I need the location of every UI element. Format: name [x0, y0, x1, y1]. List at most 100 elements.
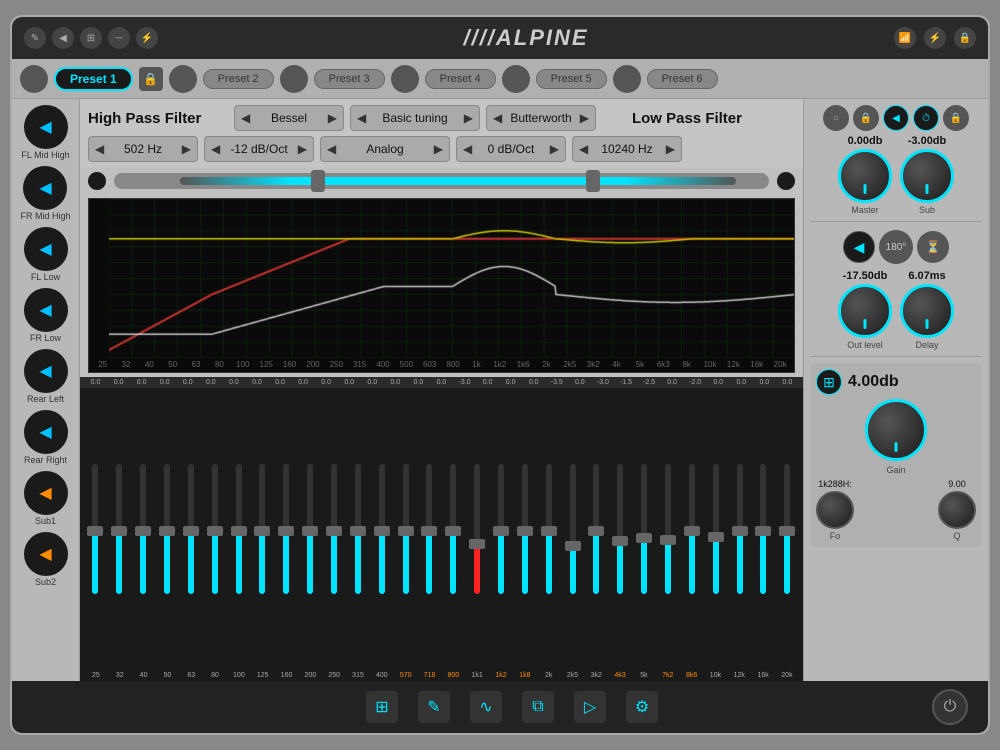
analog-next[interactable]: ▶	[428, 137, 449, 161]
fader-handle-15[interactable]	[445, 526, 461, 536]
fader-col-14[interactable]	[418, 464, 441, 594]
mini-btn-1[interactable]: ○	[823, 105, 849, 131]
lpf-type-selector[interactable]: ◀ Butterworth ▶	[486, 105, 596, 131]
copy-icon[interactable]: ⧉	[522, 691, 554, 723]
eq-adjust-icon[interactable]: ⊞	[366, 691, 398, 723]
preset-2-round[interactable]	[169, 65, 197, 93]
usb-icon[interactable]: ⚡	[924, 27, 946, 49]
hpf-type-prev[interactable]: ◀	[235, 106, 256, 130]
lpf-slope-prev[interactable]: ◀	[457, 137, 478, 161]
fader-handle-14[interactable]	[421, 526, 437, 536]
hpf-freq-prev[interactable]: ◀	[89, 137, 110, 161]
master-knob[interactable]	[838, 149, 892, 203]
preset-6-btn[interactable]: Preset 6	[647, 69, 718, 89]
hpf-freq-next[interactable]: ▶	[176, 137, 197, 161]
hpf-slope-next[interactable]: ▶	[292, 137, 313, 161]
fader-handle-8[interactable]	[278, 526, 294, 536]
dash-icon[interactable]: ─	[108, 27, 130, 49]
fader-col-22[interactable]	[609, 464, 632, 594]
fader-handle-13[interactable]	[398, 526, 414, 536]
back-icon[interactable]: ◀	[52, 27, 74, 49]
wifi-icon[interactable]: 📶	[894, 27, 916, 49]
fader-handle-27[interactable]	[732, 526, 748, 536]
fader-col-4[interactable]	[179, 464, 202, 594]
fader-col-16[interactable]	[466, 464, 489, 594]
fader-col-24[interactable]	[657, 464, 680, 594]
fader-handle-23[interactable]	[636, 533, 652, 543]
fader-handle-2[interactable]	[135, 526, 151, 536]
fader-col-13[interactable]	[394, 464, 417, 594]
fader-handle-21[interactable]	[588, 526, 604, 536]
hpf-slope-selector[interactable]: ◀ -12 dB/Oct ▶	[204, 136, 314, 162]
lock-icon[interactable]: 🔒	[954, 27, 976, 49]
fl-low-btn[interactable]: ◀	[24, 227, 68, 271]
play-icon[interactable]: ▷	[574, 691, 606, 723]
fader-handle-25[interactable]	[684, 526, 700, 536]
hpf-freq-selector[interactable]: ◀ 502 Hz ▶	[88, 136, 198, 162]
preset-3-btn[interactable]: Preset 3	[314, 69, 385, 89]
fader-handle-6[interactable]	[231, 526, 247, 536]
fader-handle-18[interactable]	[517, 526, 533, 536]
fader-handle-10[interactable]	[326, 526, 342, 536]
fader-handle-17[interactable]	[493, 526, 509, 536]
lpf-slope-selector[interactable]: ◀ 0 dB/Oct ▶	[456, 136, 566, 162]
fader-col-12[interactable]	[370, 464, 393, 594]
fader-col-25[interactable]	[680, 464, 703, 594]
fader-handle-24[interactable]	[660, 535, 676, 545]
fader-handle-5[interactable]	[207, 526, 223, 536]
fader-col-21[interactable]	[585, 464, 608, 594]
fader-handle-1[interactable]	[111, 526, 127, 536]
sub-knob[interactable]	[900, 149, 954, 203]
preset-1-btn[interactable]: Preset 1	[54, 67, 133, 91]
fader-col-27[interactable]	[728, 464, 751, 594]
main-slider[interactable]	[114, 173, 769, 189]
fader-handle-3[interactable]	[159, 526, 175, 536]
basic-tuning-selector[interactable]: ◀ Basic tuning ▶	[350, 105, 480, 131]
fader-handle-26[interactable]	[708, 532, 724, 542]
sub1-btn[interactable]: ◀	[24, 471, 68, 515]
mini-btn-5[interactable]: 🔒	[943, 105, 969, 131]
fr-mid-high-btn[interactable]: ◀	[23, 166, 67, 210]
fader-col-8[interactable]	[275, 464, 298, 594]
fader-col-23[interactable]	[633, 464, 656, 594]
lpf-type-prev[interactable]: ◀	[487, 106, 508, 130]
fader-handle-28[interactable]	[755, 526, 771, 536]
fader-handle-12[interactable]	[374, 526, 390, 536]
preset-4-round[interactable]	[391, 65, 419, 93]
fader-col-9[interactable]	[299, 464, 322, 594]
fader-col-17[interactable]	[490, 464, 513, 594]
fl-mid-high-btn[interactable]: ◀	[24, 105, 68, 149]
fader-col-15[interactable]	[442, 464, 465, 594]
rear-right-btn[interactable]: ◀	[24, 410, 68, 454]
fader-handle-22[interactable]	[612, 536, 628, 546]
wave-icon[interactable]: ∿	[470, 691, 502, 723]
fader-col-6[interactable]	[227, 464, 250, 594]
edit-icon[interactable]: ✎	[24, 27, 46, 49]
preset-2-btn[interactable]: Preset 2	[203, 69, 274, 89]
fader-col-3[interactable]	[156, 464, 179, 594]
fader-col-0[interactable]	[84, 464, 107, 594]
lpf-type-next[interactable]: ▶	[574, 106, 595, 130]
fader-handle-11[interactable]	[350, 526, 366, 536]
fader-col-26[interactable]	[704, 464, 727, 594]
fader-handle-16[interactable]	[469, 539, 485, 549]
fader-handle-0[interactable]	[87, 526, 103, 536]
rear-left-btn[interactable]: ◀	[24, 349, 68, 393]
slider-thumb-right[interactable]	[586, 170, 600, 192]
hpf-type-selector[interactable]: ◀ Bessel ▶	[234, 105, 344, 131]
hpf-slope-prev[interactable]: ◀	[205, 137, 226, 161]
lpf-freq-selector[interactable]: ◀ 10240 Hz ▶	[572, 136, 682, 162]
fader-col-5[interactable]	[203, 464, 226, 594]
pencil-icon[interactable]: ✎	[418, 691, 450, 723]
grid-icon[interactable]: ⊞	[80, 27, 102, 49]
lpf-freq-next[interactable]: ▶	[660, 137, 681, 161]
fader-handle-7[interactable]	[254, 526, 270, 536]
preset-6-round[interactable]	[613, 65, 641, 93]
slider-thumb-left[interactable]	[311, 170, 325, 192]
delay-knob[interactable]	[900, 284, 954, 338]
q-knob[interactable]	[938, 491, 976, 529]
basic-tuning-prev[interactable]: ◀	[351, 106, 372, 130]
fader-col-1[interactable]	[108, 464, 131, 594]
fader-handle-9[interactable]	[302, 526, 318, 536]
eq-icon-btn[interactable]: ⊞	[816, 369, 842, 395]
